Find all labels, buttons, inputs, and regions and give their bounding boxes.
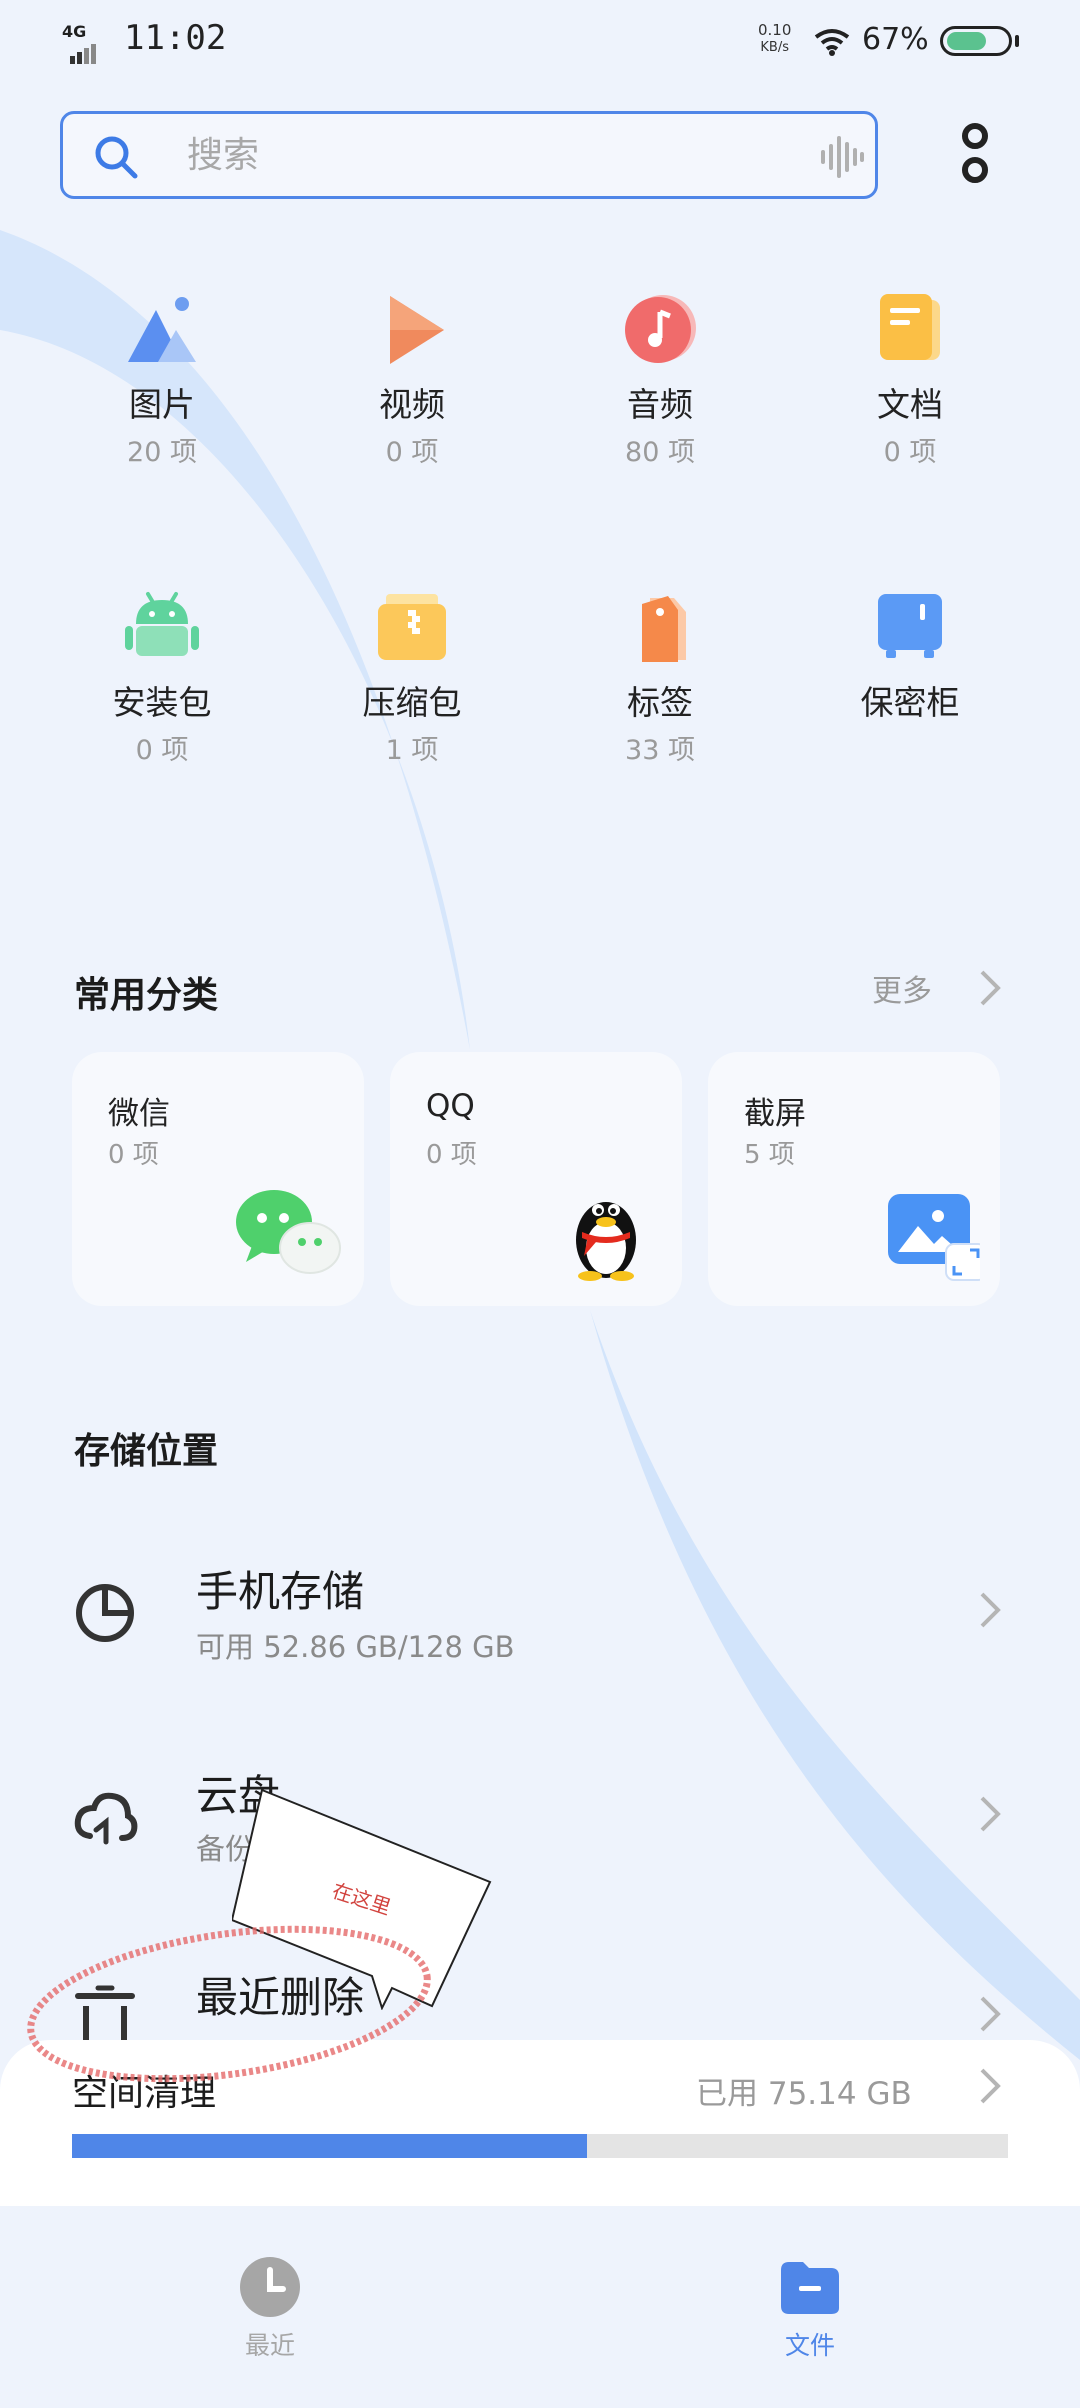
storage-title: 存储位置 xyxy=(74,1431,219,1472)
bottom-navigation: 最近 文件 xyxy=(0,2206,1080,2408)
storage-progress-bar xyxy=(72,2134,1008,2158)
chevron-right-icon[interactable] xyxy=(978,2066,1002,2106)
video-icon xyxy=(390,296,444,364)
network-speed: 0.10 KB/s xyxy=(758,21,792,56)
qq-icon xyxy=(576,1202,636,1281)
category-safe[interactable]: 保密柜 xyxy=(830,588,990,778)
category-documents[interactable]: 文档 0 项 xyxy=(830,290,990,480)
card-qq[interactable]: QQ 0 项 xyxy=(390,1052,682,1306)
cloud-sync-icon xyxy=(74,1792,138,1845)
folder-icon xyxy=(781,2262,839,2314)
nav-recent[interactable]: 最近 xyxy=(210,2256,330,2362)
storage-progress-fill xyxy=(72,2134,587,2158)
tag-icon xyxy=(642,596,686,662)
card-wechat[interactable]: 微信 0 项 xyxy=(72,1052,364,1306)
category-archives[interactable]: 压缩包 1 项 xyxy=(332,588,492,778)
clock-time: 11:02 xyxy=(124,18,227,58)
category-tags[interactable]: 标签 33 项 xyxy=(580,588,740,778)
signal-icon: 4G xyxy=(62,22,112,64)
wechat-icon xyxy=(236,1190,341,1274)
category-apks[interactable]: 安装包 0 项 xyxy=(82,588,242,778)
search-input[interactable] xyxy=(187,130,687,180)
clock-icon xyxy=(240,2257,300,2317)
screenshot-icon xyxy=(888,1194,980,1281)
search-icon xyxy=(95,136,138,179)
chevron-right-icon[interactable] xyxy=(978,968,1002,1008)
battery-percent: 67% xyxy=(862,22,929,57)
storage-cloud[interactable]: 云盘 备份 xyxy=(0,1734,1080,1894)
annotation-circle xyxy=(27,1925,431,2083)
battery-icon xyxy=(940,26,1012,56)
category-audio[interactable]: 音频 80 项 xyxy=(580,290,740,480)
nav-files[interactable]: 文件 xyxy=(750,2256,870,2362)
category-videos[interactable]: 视频 0 项 xyxy=(332,290,492,480)
chevron-right-icon xyxy=(980,1996,1001,2032)
safe-icon xyxy=(878,594,942,658)
chevron-right-icon xyxy=(980,1796,1001,1832)
audio-icon xyxy=(625,295,696,363)
search-bar[interactable] xyxy=(60,111,878,199)
pie-chart-icon xyxy=(76,1584,134,1642)
voice-input-icon[interactable] xyxy=(819,136,865,178)
document-icon xyxy=(880,294,940,360)
wifi-icon xyxy=(814,29,850,56)
android-icon xyxy=(125,592,199,656)
image-icon xyxy=(128,297,196,362)
more-link[interactable]: 更多 xyxy=(872,966,932,1010)
more-options-icon[interactable] xyxy=(950,118,1000,198)
common-categories-title: 常用分类 xyxy=(74,975,219,1016)
card-screenshots[interactable]: 截屏 5 项 xyxy=(708,1052,1000,1306)
cleanup-used: 已用 75.14 GB xyxy=(696,2076,912,2112)
storage-phone[interactable]: 手机存储 可用 52.86 GB/128 GB xyxy=(0,1530,1080,1690)
network-type: 4G xyxy=(62,22,87,41)
zip-icon xyxy=(378,594,446,660)
category-images[interactable]: 图片 20 项 xyxy=(82,290,242,480)
chevron-right-icon xyxy=(980,1592,1001,1628)
status-bar: 4G 11:02 0.10 KB/s 67% xyxy=(0,0,1080,80)
